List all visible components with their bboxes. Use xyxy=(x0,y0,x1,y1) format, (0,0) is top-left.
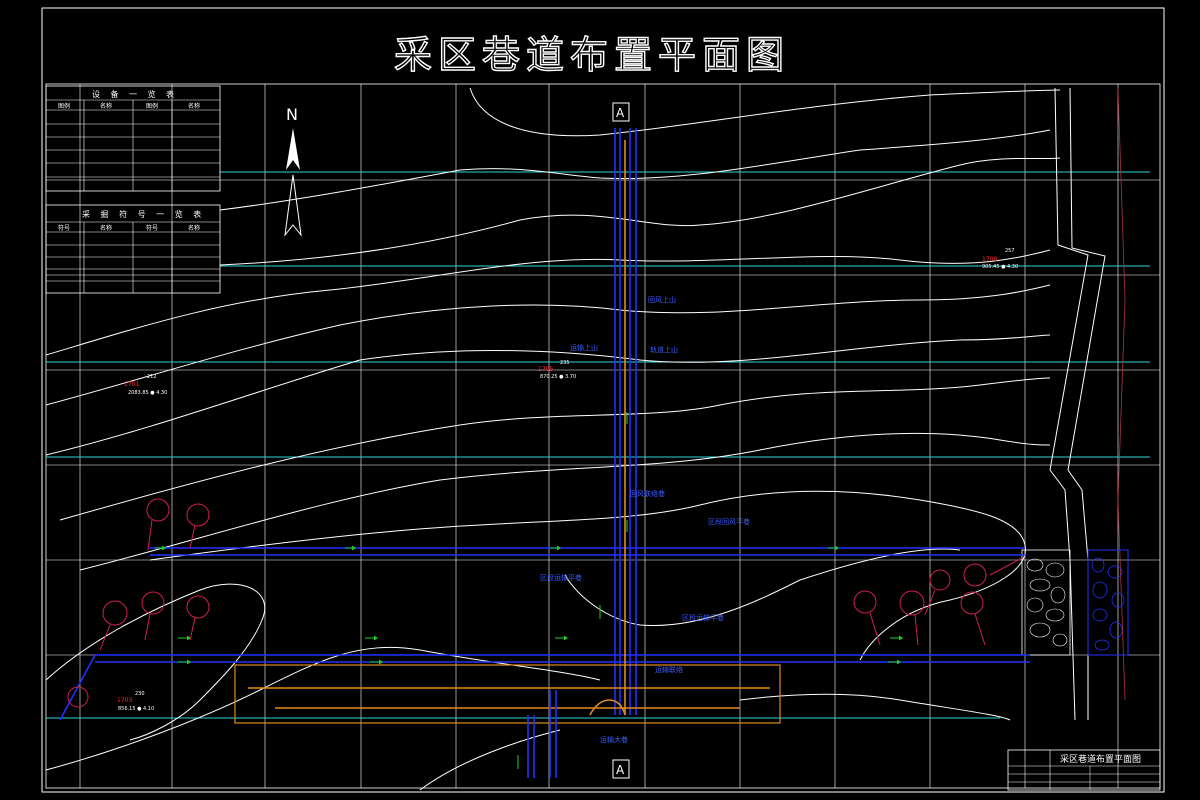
grid-vertical xyxy=(79,84,1119,788)
svg-text:轨道上山: 轨道上山 xyxy=(650,345,678,354)
svg-text:230: 230 xyxy=(135,691,145,697)
svg-text:区段回风平巷: 区段回风平巷 xyxy=(708,517,750,526)
outer-frame xyxy=(41,7,1165,793)
svg-text:N: N xyxy=(286,105,298,124)
shafts xyxy=(527,690,557,778)
svg-text:870.25 ● 3.70: 870.25 ● 3.70 xyxy=(540,374,576,380)
drill-holes: 1701 212 2083.85 ● 4.30 1705 235 870.25 ● … xyxy=(117,248,1018,712)
svg-text:名称: 名称 xyxy=(100,102,112,110)
svg-text:名称: 名称 xyxy=(188,102,200,110)
inner-frame xyxy=(45,83,1161,789)
svg-text:采 掘 符 号 一 览 表: 采 掘 符 号 一 览 表 xyxy=(82,209,205,219)
svg-text:设 备 一 览 表: 设 备 一 览 表 xyxy=(92,89,178,99)
svg-text:2083.85 ● 4.30: 2083.85 ● 4.30 xyxy=(128,390,167,396)
svg-text:符号: 符号 xyxy=(58,224,70,232)
svg-text:区段运输平巷: 区段运输平巷 xyxy=(540,573,582,582)
contour-lines xyxy=(45,87,1061,791)
svg-text:图例: 图例 xyxy=(146,102,158,110)
svg-text:回风联络巷: 回风联络巷 xyxy=(630,489,665,498)
svg-text:区段运输平巷: 区段运输平巷 xyxy=(682,613,724,622)
svg-text:图例: 图例 xyxy=(58,102,70,110)
svg-text:1705: 1705 xyxy=(538,366,553,373)
svg-text:212: 212 xyxy=(147,374,157,380)
svg-text:采区巷道布置平面图: 采区巷道布置平面图 xyxy=(1060,753,1141,765)
seam-lines xyxy=(46,171,1150,719)
drawing-title: 采区巷道布置平面图 xyxy=(394,33,790,77)
svg-text:235: 235 xyxy=(560,360,570,366)
equipment-symbol-icon xyxy=(67,498,1023,708)
svg-text:A: A xyxy=(616,106,625,120)
svg-text:运输大巷: 运输大巷 xyxy=(600,735,628,744)
svg-text:名称: 名称 xyxy=(188,224,200,232)
svg-text:257: 257 xyxy=(1005,248,1015,254)
orange-roadways xyxy=(234,140,781,724)
svg-text:1703: 1703 xyxy=(117,697,132,704)
svg-text:运输联络: 运输联络 xyxy=(655,665,683,674)
grid-horizontal xyxy=(46,179,1160,656)
svg-text:运输上山: 运输上山 xyxy=(570,343,598,352)
svg-text:1701: 1701 xyxy=(124,381,139,388)
equipment-table: 设 备 一 览 表 图例 名称 图例 名称 xyxy=(45,85,221,192)
svg-text:符号: 符号 xyxy=(146,224,158,232)
svg-text:名称: 名称 xyxy=(100,224,112,232)
svg-text:1708: 1708 xyxy=(982,256,997,263)
svg-text:回风上山: 回风上山 xyxy=(648,295,676,304)
drawing-canvas: 采区巷道布置平面图 回风上山 运输上山 轨道上山 回风联络巷 区段回风平巷 区段… xyxy=(41,7,1165,793)
north-arrow-icon: N xyxy=(284,105,302,237)
svg-text:905.45 ● 4.30: 905.45 ● 4.30 xyxy=(982,264,1018,270)
svg-text:856.15 ● 4.10: 856.15 ● 4.10 xyxy=(118,706,154,712)
title-block: 采区巷道布置平面图 xyxy=(1007,749,1161,791)
svg-text:A: A xyxy=(616,763,625,777)
ventilation-table: 采 掘 符 号 一 览 表 符号 名称 符号 名称 xyxy=(45,204,221,294)
gob-area-icon xyxy=(1021,549,1129,656)
